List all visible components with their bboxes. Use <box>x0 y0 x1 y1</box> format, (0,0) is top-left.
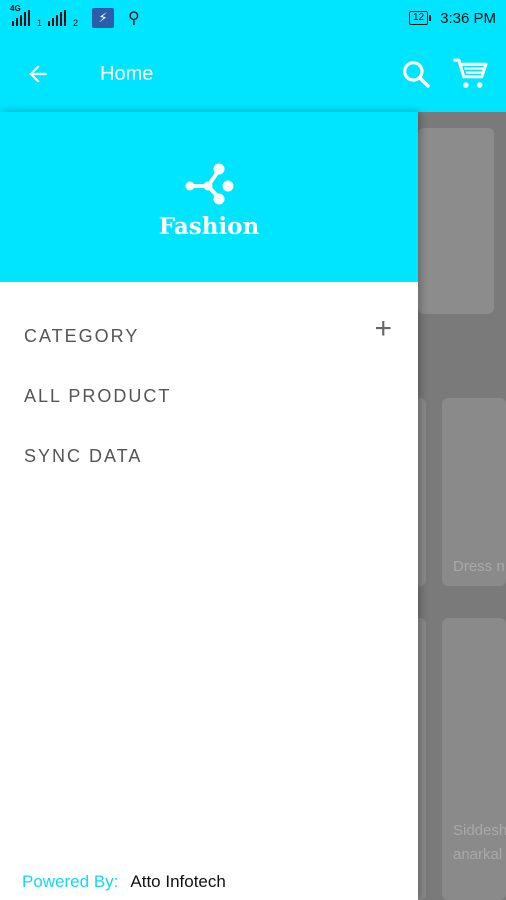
menu-item-all-product[interactable]: ALL PRODUCT <box>0 366 418 426</box>
menu-item-category[interactable]: CATEGORY + <box>0 306 418 366</box>
signal-icon-2 <box>48 10 67 26</box>
powered-by-label: Powered By: <box>22 872 119 891</box>
battery-icon: 12 <box>409 11 432 25</box>
product-card-label: Dress n <box>453 558 505 575</box>
search-icon[interactable] <box>396 54 436 94</box>
arrow-left-icon[interactable] <box>10 46 66 102</box>
running-app-icon: ⚡ <box>92 8 115 28</box>
app-bar: Home <box>0 36 506 112</box>
menu-item-sync-data[interactable]: SYNC DATA <box>0 426 418 486</box>
app-screen: 4G 1 2 ⚡ ⚲ 12 3:36 PM Home Dress n Sidde… <box>0 0 506 900</box>
menu-item-label: ALL PRODUCT <box>24 385 172 406</box>
drawer-menu: CATEGORY + ALL PRODUCT SYNC DATA <box>0 282 418 486</box>
status-bar: 4G 1 2 ⚡ ⚲ 12 3:36 PM <box>0 0 506 36</box>
product-card-label: Siddesh <box>453 822 506 839</box>
drawer-footer: Powered By: Atto Infotech <box>22 872 226 892</box>
network-type: 4G <box>10 4 21 13</box>
brand-name: Fashion <box>158 212 260 240</box>
plus-icon[interactable]: + <box>374 312 394 346</box>
banner-image <box>418 128 494 314</box>
cart-icon[interactable] <box>450 54 490 94</box>
signal-icon: 4G <box>10 4 30 26</box>
usb-icon: ⚲ <box>128 10 140 27</box>
sim2-label: 2 <box>73 18 79 28</box>
sim1-label: 1 <box>37 18 43 28</box>
battery-level: 12 <box>413 12 425 23</box>
product-card-label: anarkal <box>453 846 503 863</box>
share-nodes-icon <box>185 163 234 204</box>
navigation-drawer: Fashion CATEGORY + ALL PRODUCT SYNC DATA… <box>0 112 418 900</box>
menu-item-label: SYNC DATA <box>24 445 143 466</box>
page-title: Home <box>100 62 154 85</box>
company-name: Atto Infotech <box>130 872 226 891</box>
clock: 3:36 PM <box>440 9 496 27</box>
drawer-header: Fashion <box>0 112 418 282</box>
menu-item-label: CATEGORY <box>24 325 140 346</box>
